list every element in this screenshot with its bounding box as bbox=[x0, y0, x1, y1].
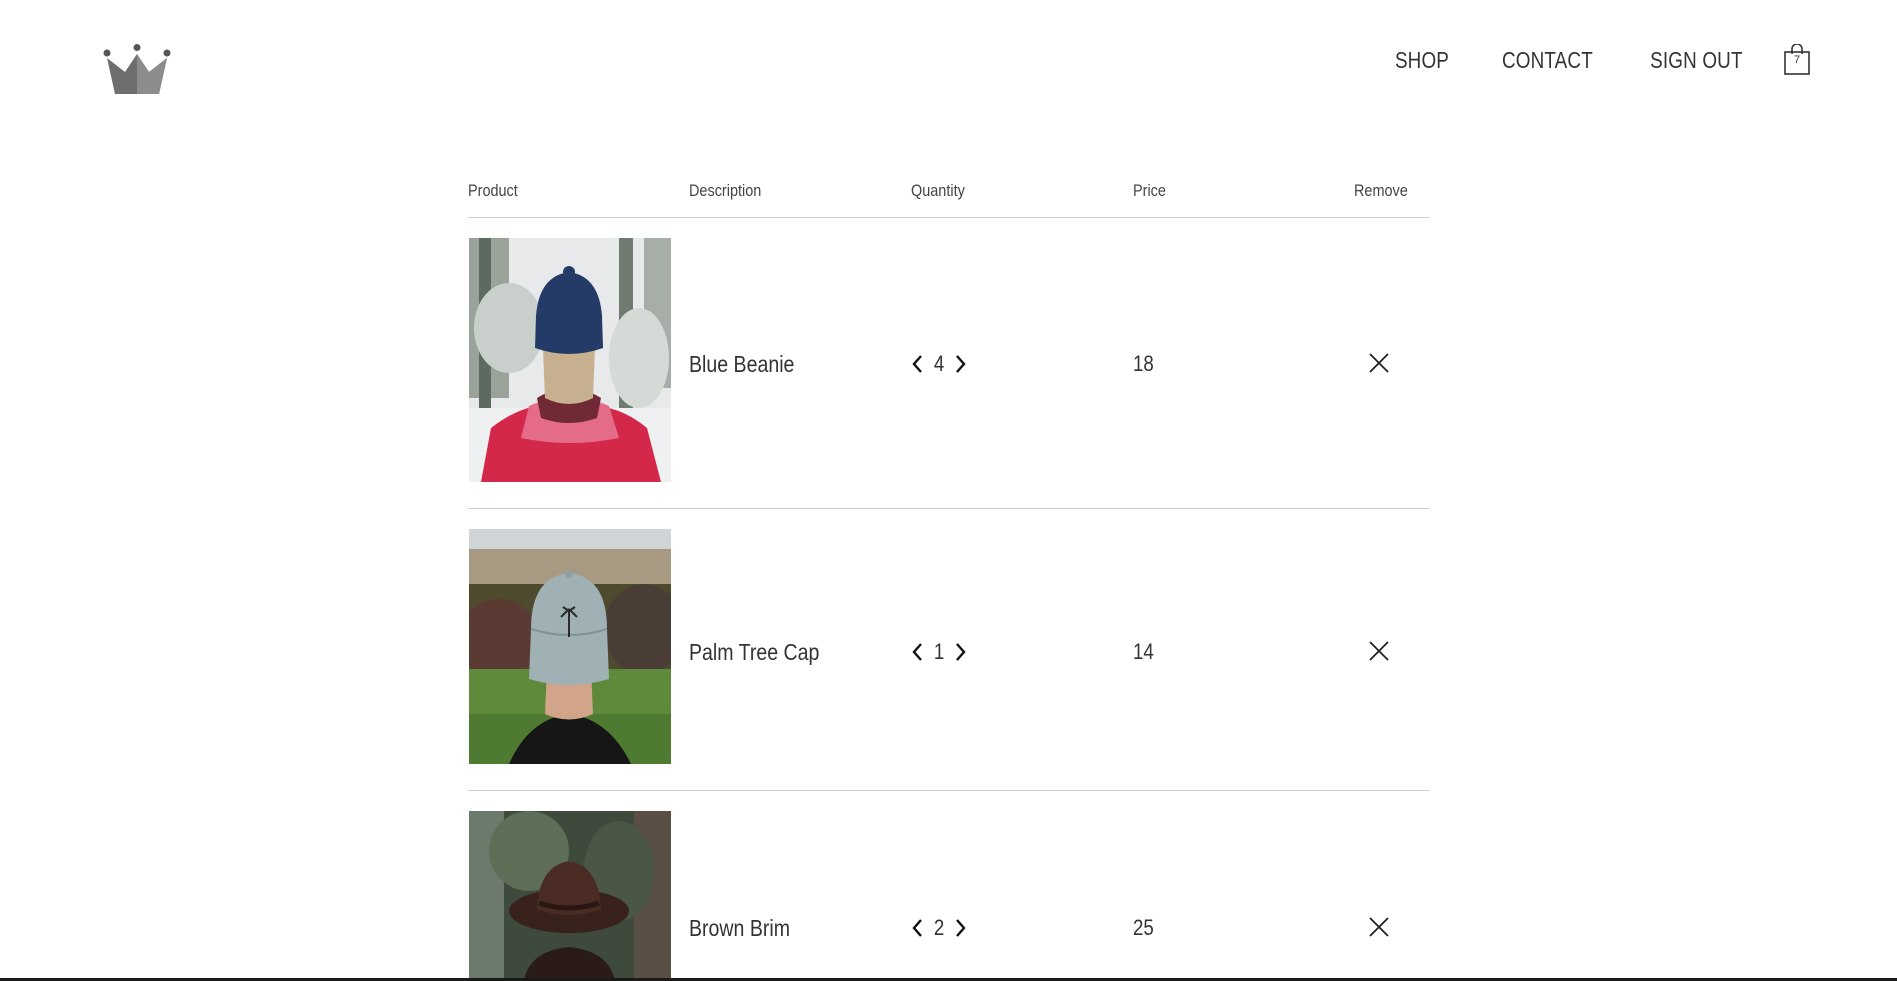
chevron-left-icon[interactable] bbox=[909, 916, 925, 940]
product-image-brown-brim bbox=[469, 811, 671, 981]
cart-count: 7 bbox=[1793, 54, 1801, 66]
quantity-stepper: 2 bbox=[909, 915, 969, 941]
table-row: Blue Beanie 4 18 bbox=[468, 218, 1430, 509]
product-name: Blue Beanie bbox=[689, 351, 795, 377]
column-header-product: Product bbox=[468, 181, 518, 200]
close-icon[interactable] bbox=[1368, 916, 1390, 938]
chevron-left-icon[interactable] bbox=[909, 640, 925, 664]
quantity-stepper: 4 bbox=[909, 351, 969, 377]
close-icon[interactable] bbox=[1368, 640, 1390, 662]
cart-table: Product Description Quantity Price Remov… bbox=[468, 175, 1430, 981]
product-image-blue-beanie bbox=[469, 238, 671, 482]
product-price: 14 bbox=[1133, 639, 1154, 664]
crown-icon[interactable] bbox=[103, 44, 171, 98]
table-header: Product Description Quantity Price Remov… bbox=[468, 175, 1430, 218]
close-icon[interactable] bbox=[1368, 352, 1390, 374]
quantity-value: 2 bbox=[933, 915, 945, 940]
column-header-quantity: Quantity bbox=[911, 181, 965, 200]
product-name: Brown Brim bbox=[689, 915, 791, 941]
header: SHOP CONTACT SIGN OUT 7 bbox=[0, 0, 1897, 130]
quantity-value: 1 bbox=[933, 639, 945, 664]
quantity-value: 4 bbox=[933, 351, 945, 376]
nav-shop-link[interactable]: SHOP bbox=[1395, 47, 1449, 74]
column-header-description: Description bbox=[689, 181, 762, 200]
column-header-price: Price bbox=[1133, 181, 1166, 200]
product-price: 25 bbox=[1133, 915, 1154, 940]
chevron-left-icon[interactable] bbox=[909, 352, 925, 376]
product-image-palm-tree-cap bbox=[469, 529, 671, 764]
table-row: Palm Tree Cap 1 14 bbox=[468, 509, 1430, 791]
cart-button[interactable]: 7 bbox=[1783, 43, 1811, 76]
chevron-right-icon[interactable] bbox=[953, 640, 969, 664]
chevron-right-icon[interactable] bbox=[953, 352, 969, 376]
product-price: 18 bbox=[1133, 351, 1154, 376]
chevron-right-icon[interactable] bbox=[953, 916, 969, 940]
product-name: Palm Tree Cap bbox=[689, 639, 820, 665]
nav-sign-out-link[interactable]: SIGN OUT bbox=[1650, 47, 1742, 74]
column-header-remove: Remove bbox=[1354, 181, 1408, 200]
quantity-stepper: 1 bbox=[909, 639, 969, 665]
table-row: Brown Brim 2 25 bbox=[468, 791, 1430, 981]
top-nav: SHOP CONTACT SIGN OUT 7 bbox=[1352, 43, 1811, 76]
nav-contact-link[interactable]: CONTACT bbox=[1502, 47, 1593, 74]
